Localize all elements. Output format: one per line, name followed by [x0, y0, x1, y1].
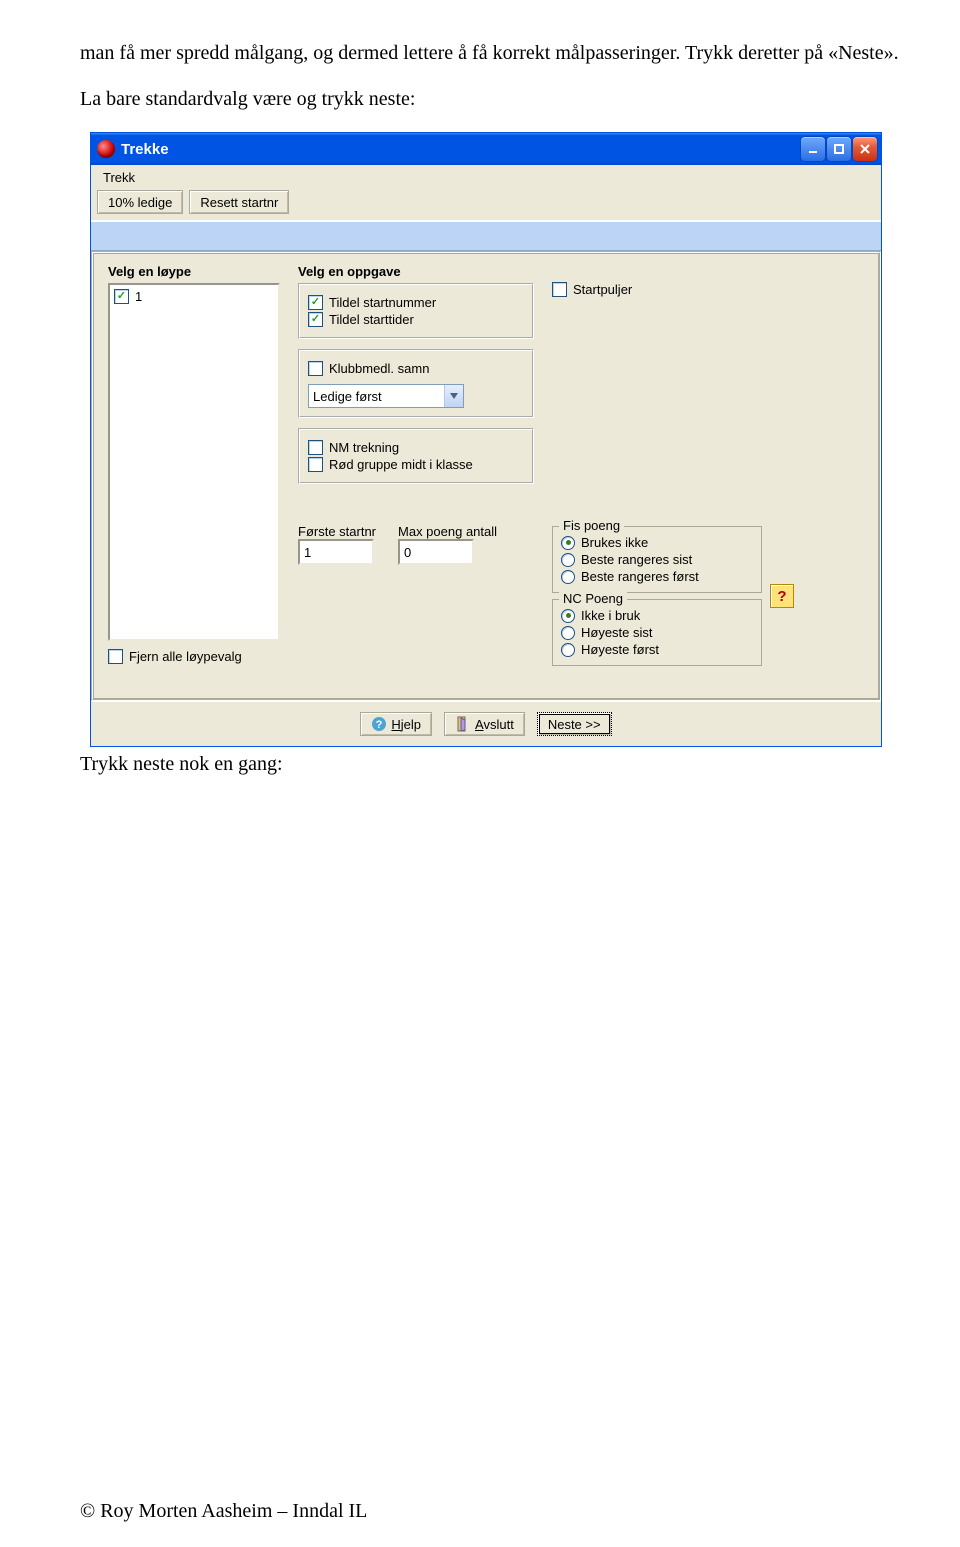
nc-poeng-legend: NC Poeng: [559, 591, 627, 606]
nc-label-c: Høyeste først: [581, 642, 659, 657]
oppgave-group-3: NM trekning Rød gruppe midt i klasse: [298, 428, 534, 484]
nm-trekning-checkbox[interactable]: [308, 440, 323, 455]
nc-label-b: Høyeste sist: [581, 625, 653, 640]
fis-label-c: Beste rangeres først: [581, 569, 699, 584]
nc-poeng-group: NC Poeng Ikke i bruk Høyeste sist Høyest…: [552, 599, 762, 666]
checkbox-icon[interactable]: [114, 289, 129, 304]
nc-radio-forst[interactable]: [561, 643, 575, 657]
avslutt-label: vslutt: [483, 717, 513, 732]
rod-gruppe-label: Rød gruppe midt i klasse: [329, 457, 473, 472]
minimize-button[interactable]: [801, 137, 825, 161]
hjelp-button[interactable]: ? Hjelp: [360, 712, 432, 736]
help-icon: ?: [371, 716, 387, 732]
maximize-button[interactable]: [827, 137, 851, 161]
title-bar: Trekke: [91, 133, 881, 165]
tildel-startnr-label: Tildel startnummer: [329, 295, 436, 310]
doc-paragraph-2: La bare standardvalg være og trykk neste…: [80, 86, 920, 112]
forste-startnr-label: Første startnr: [298, 524, 376, 539]
door-icon: [455, 716, 471, 732]
startpuljer-checkbox[interactable]: [552, 282, 567, 297]
header-band: [91, 220, 881, 251]
svg-text:?: ?: [376, 719, 383, 731]
ledige-combo[interactable]: Ledige først: [308, 384, 464, 408]
max-poeng-input[interactable]: [398, 539, 474, 565]
help-icon-button[interactable]: ?: [770, 584, 794, 608]
max-poeng-label: Max poeng antall: [398, 524, 497, 539]
trekke-window: Trekke Trekk 10%: [90, 132, 882, 747]
fis-poeng-legend: Fis poeng: [559, 518, 624, 533]
forste-startnr-input[interactable]: [298, 539, 374, 565]
fis-label-b: Beste rangeres sist: [581, 552, 692, 567]
startpuljer-label: Startpuljer: [573, 282, 632, 297]
chevron-down-icon[interactable]: [444, 385, 463, 407]
ten-pct-ledige-button[interactable]: 10% ledige: [97, 190, 183, 214]
avslutt-button[interactable]: Avslutt: [444, 712, 525, 736]
tildel-starttid-checkbox[interactable]: [308, 312, 323, 327]
nc-radio-sist[interactable]: [561, 626, 575, 640]
klubbmedl-label: Klubbmedl. samn: [329, 361, 429, 376]
hjelp-label: jelp: [401, 717, 421, 732]
resett-startnr-button[interactable]: Resett startnr: [189, 190, 289, 214]
menu-bar: Trekk: [91, 165, 881, 187]
menu-trekk[interactable]: Trekk: [97, 168, 141, 187]
close-button[interactable]: [853, 137, 877, 161]
oppgave-group-2: Klubbmedl. samn Ledige først: [298, 349, 534, 418]
oppgave-group-1: Tildel startnummer Tildel starttider: [298, 283, 534, 339]
tildel-startnr-checkbox[interactable]: [308, 295, 323, 310]
fis-label-a: Brukes ikke: [581, 535, 648, 550]
loype-item-1[interactable]: 1: [114, 289, 274, 304]
ledige-combo-value: Ledige først: [309, 389, 444, 404]
dialog-footer: ? Hjelp Avslutt Neste >>: [91, 701, 881, 746]
fjern-alle-checkbox[interactable]: [108, 649, 123, 664]
nc-radio-ikke[interactable]: [561, 609, 575, 623]
fis-radio-forst[interactable]: [561, 570, 575, 584]
rod-gruppe-checkbox[interactable]: [308, 457, 323, 472]
fjern-alle-label: Fjern alle løypevalg: [129, 649, 242, 664]
fis-poeng-group: Fis poeng Brukes ikke Beste rangeres sis…: [552, 526, 762, 593]
tildel-starttid-label: Tildel starttider: [329, 312, 414, 327]
window-title: Trekke: [121, 141, 801, 158]
neste-button[interactable]: Neste >>: [537, 712, 612, 736]
loype-item-label: 1: [135, 289, 142, 304]
nc-label-a: Ikke i bruk: [581, 608, 640, 623]
loype-listbox[interactable]: 1: [108, 283, 280, 641]
toolbar: 10% ledige Resett startnr: [91, 187, 881, 220]
nm-trekning-label: NM trekning: [329, 440, 399, 455]
doc-paragraph-3: Trykk neste nok en gang:: [80, 751, 920, 777]
fis-radio-brukes-ikke[interactable]: [561, 536, 575, 550]
velg-loype-label: Velg en løype: [108, 264, 280, 279]
page-footer: © Roy Morten Aasheim – Inndal IL: [80, 1500, 367, 1523]
velg-oppgave-label: Velg en oppgave: [298, 264, 534, 279]
klubbmedl-checkbox[interactable]: [308, 361, 323, 376]
fis-radio-sist[interactable]: [561, 553, 575, 567]
app-icon: [97, 140, 115, 158]
doc-paragraph-1: man få mer spredd målgang, og dermed let…: [80, 40, 920, 66]
